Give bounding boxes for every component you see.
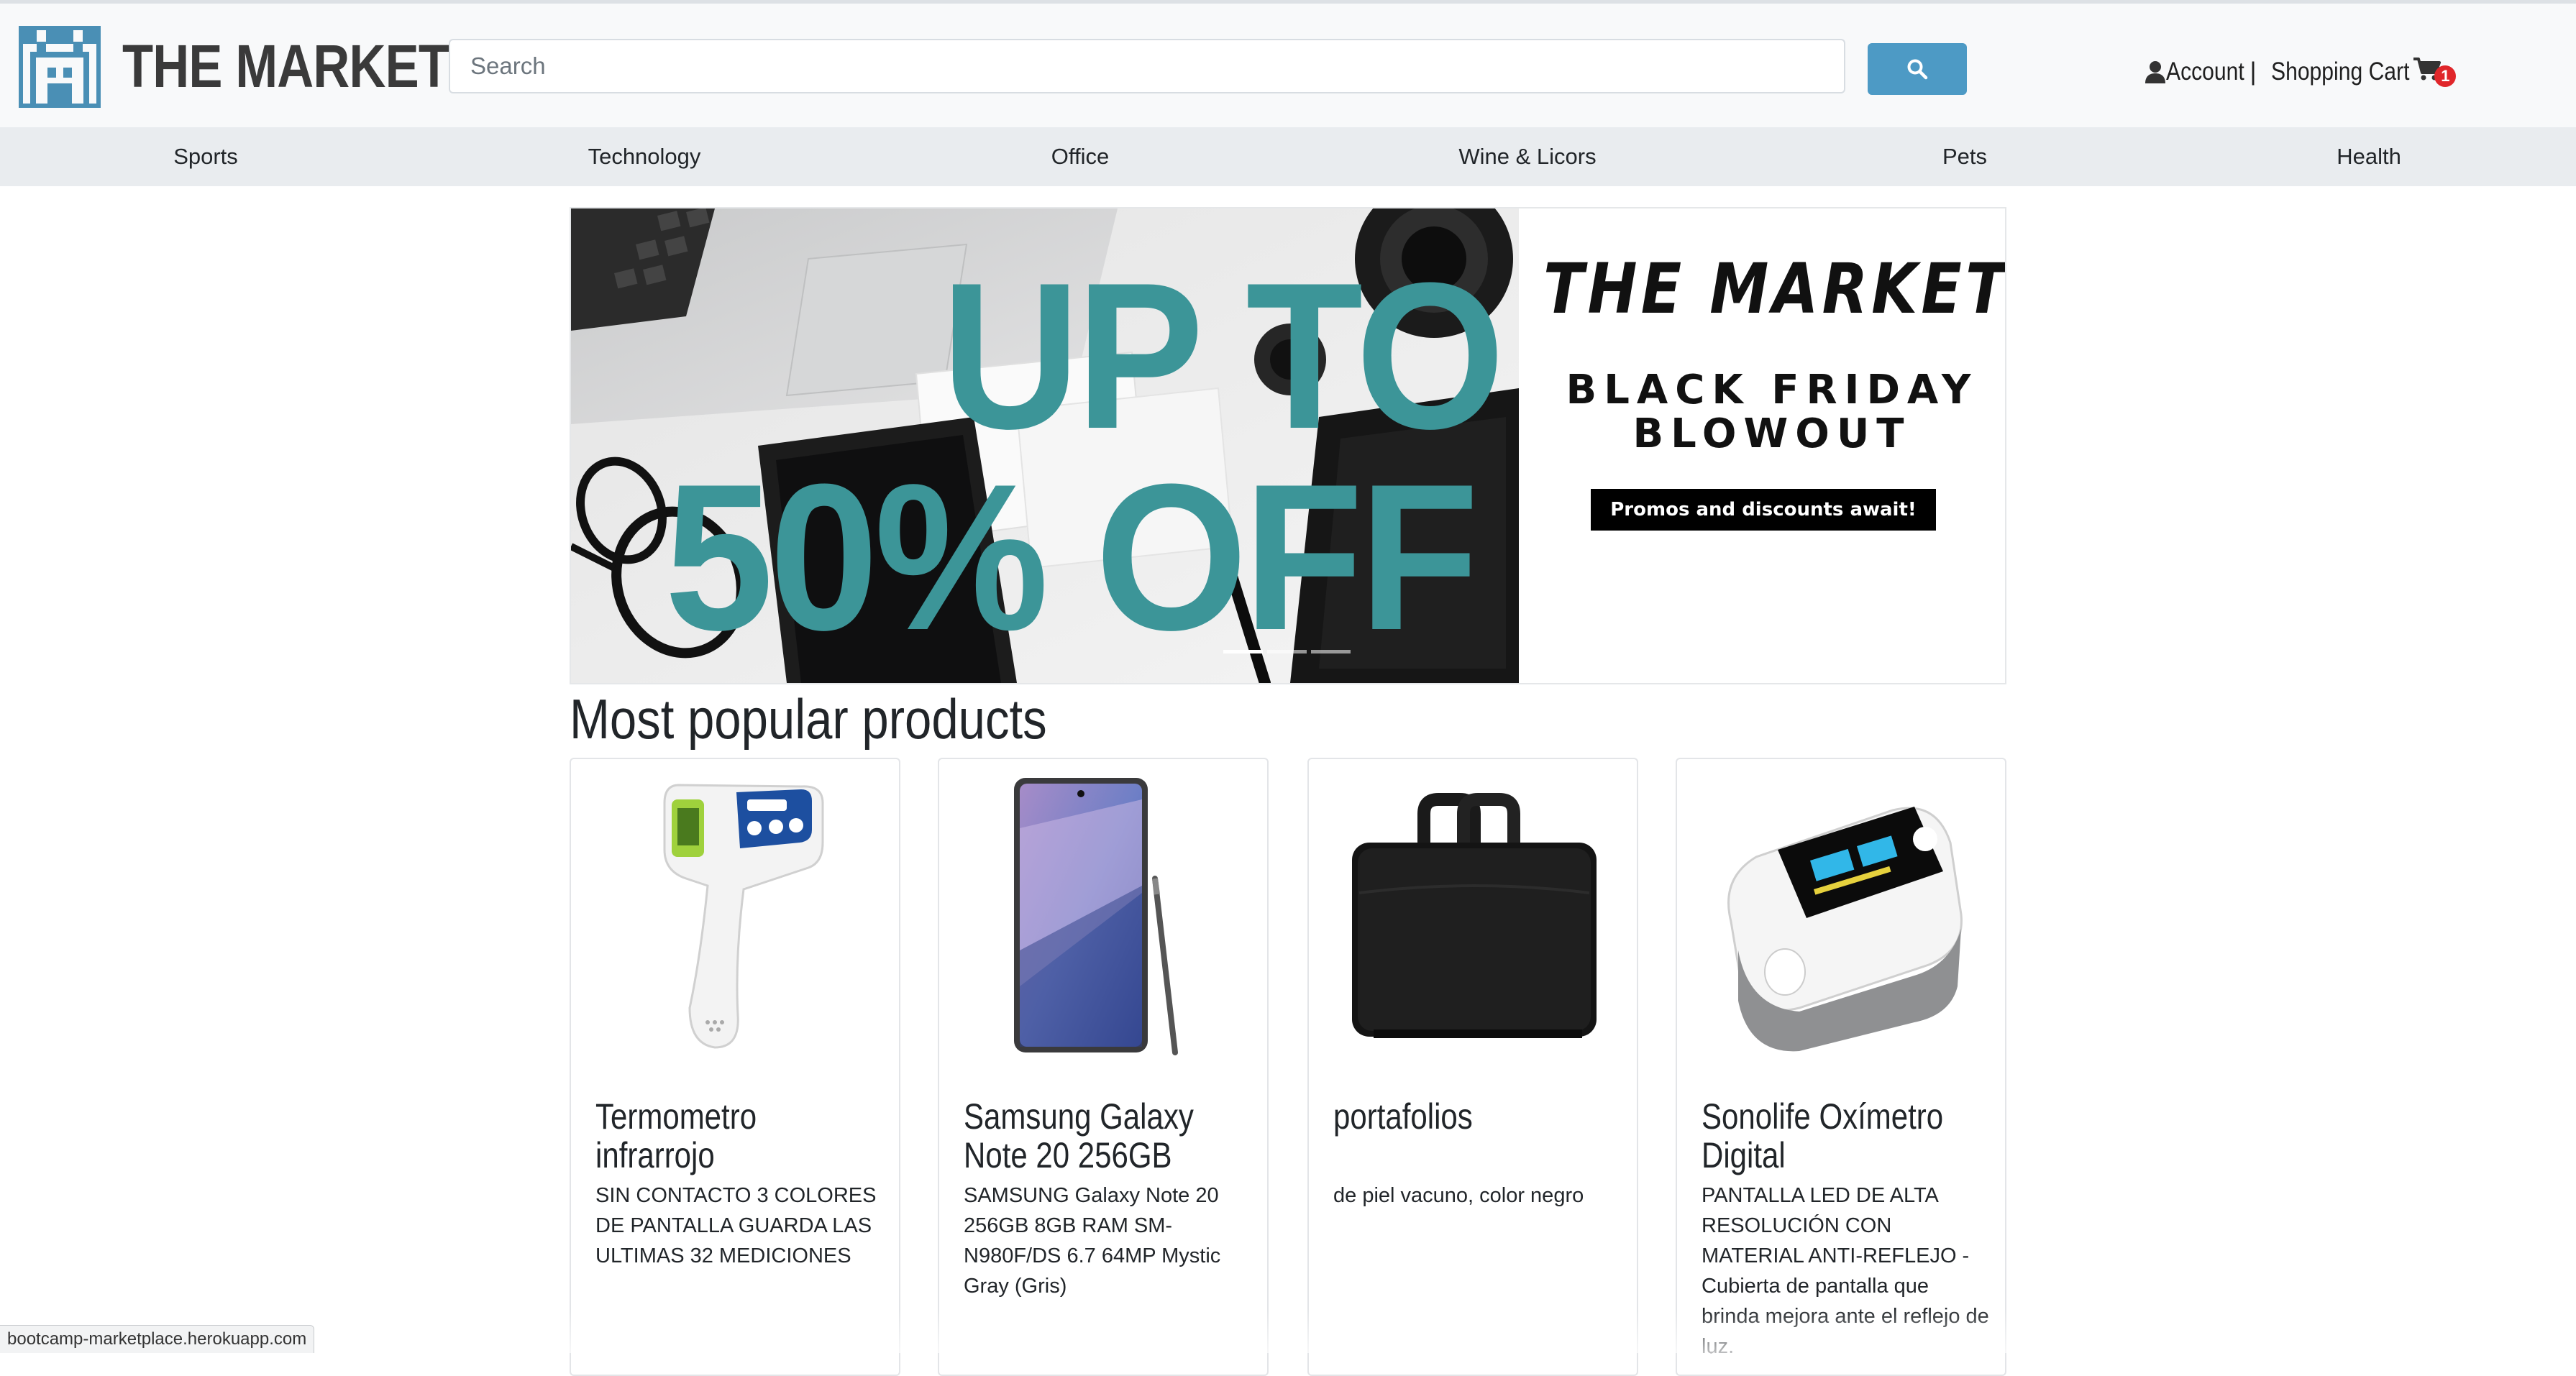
product-title: Termometro infrarrojo xyxy=(595,1096,757,1175)
product-title: Samsung Galaxy Note 20 256GB xyxy=(964,1096,1194,1175)
banner-text-panel: THE MARKET BLACK FRIDAY BLOWOUT Promos a… xyxy=(1519,208,2005,683)
user-menu: Account | Shopping Cart 1 xyxy=(2145,54,2457,90)
account-link[interactable]: Account xyxy=(2145,58,2247,86)
menu-separator: | xyxy=(2250,58,2257,86)
bottom-fade xyxy=(0,1308,2576,1353)
product-title: portafolios xyxy=(1333,1096,1473,1137)
banner-brand: THE MARKET xyxy=(1543,249,2006,329)
product-card[interactable]: Sonolife Oxímetro Digital PANTALLA LED D… xyxy=(1676,758,2006,1376)
product-card[interactable]: Termometro infrarrojo SIN CONTACTO 3 COL… xyxy=(570,758,900,1376)
smartphone-image xyxy=(1014,778,1178,1055)
product-description: de piel vacuno, color negro xyxy=(1333,1184,1584,1207)
market-logo-icon xyxy=(19,25,101,108)
site-header: THE MARKET Account | Shopping Cart xyxy=(0,4,2576,127)
category-technology[interactable]: Technology xyxy=(588,127,701,186)
banner-headline-1: BLACK FRIDAY xyxy=(1566,367,1978,413)
banner-headline-2: BLOWOUT xyxy=(1632,410,1912,457)
banner-cta: Promos and discounts await! xyxy=(1591,489,1936,531)
product-description: SAMSUNG Galaxy Note 20 256GB 8GB RAM SM-… xyxy=(964,1184,1221,1298)
user-icon xyxy=(2145,61,2165,83)
pulse-oximeter-image xyxy=(1727,807,1963,1052)
search-input[interactable] xyxy=(449,39,1845,93)
product-description: PANTALLA LED DE ALTA RESOLUCIÓN CON MATE… xyxy=(1702,1184,1989,1358)
home-logo-link[interactable]: THE MARKET xyxy=(19,25,511,108)
thermometer-image xyxy=(663,784,824,1049)
product-card[interactable]: portafolios de piel vacuno, color negro xyxy=(1307,758,1638,1376)
promo-carousel[interactable]: UP TO 50% OFF THE MARKET BLACK FRIDAY BL… xyxy=(570,207,2006,684)
promo-line-2: 50% OFF xyxy=(664,441,1479,674)
category-sports[interactable]: Sports xyxy=(173,127,238,186)
cart-label: Shopping Cart xyxy=(2270,58,2410,86)
logo-text: THE MARKET xyxy=(122,32,449,100)
briefcase-image xyxy=(1352,793,1597,1038)
cart-count-badge: 1 xyxy=(2434,65,2457,87)
category-office[interactable]: Office xyxy=(1051,127,1109,186)
product-title: Sonolife Oxímetro Digital xyxy=(1702,1096,1944,1175)
carousel-indicator-1[interactable] xyxy=(1223,650,1263,653)
browser-status-url: bootcamp-marketplace.herokuapp.com xyxy=(0,1325,315,1353)
category-health[interactable]: Health xyxy=(2337,127,2401,186)
search-button[interactable] xyxy=(1868,43,1967,95)
product-description: SIN CONTACTO 3 COLORES DE PANTALLA GUARD… xyxy=(595,1184,877,1267)
shopping-cart-link[interactable]: Shopping Cart 1 xyxy=(2270,57,2457,88)
carousel-indicator-2[interactable] xyxy=(1267,650,1307,653)
carousel-indicator-3[interactable] xyxy=(1311,650,1351,653)
category-nav: Sports Technology Office Wine & Licors P… xyxy=(0,127,2576,186)
category-wine-licors[interactable]: Wine & Licors xyxy=(1458,127,1596,186)
account-label: Account xyxy=(2166,58,2244,86)
product-card[interactable]: Samsung Galaxy Note 20 256GB SAMSUNG Gal… xyxy=(938,758,1269,1376)
promo-line-1: UP TO xyxy=(941,239,1505,472)
section-title: Most popular products xyxy=(570,687,1047,751)
category-pets[interactable]: Pets xyxy=(1942,127,1987,186)
banner-photo: UP TO 50% OFF xyxy=(571,208,1519,683)
search-icon xyxy=(1907,59,1928,80)
